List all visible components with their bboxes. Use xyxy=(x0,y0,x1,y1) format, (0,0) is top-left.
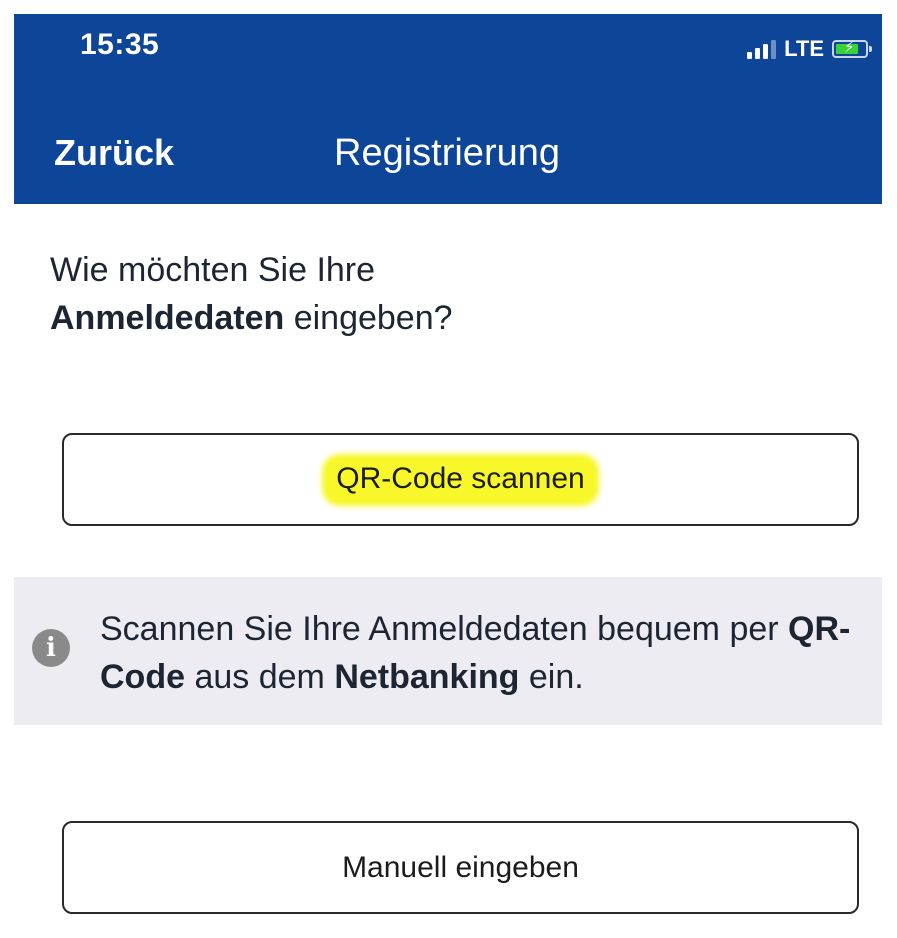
info-icon: i xyxy=(32,629,70,667)
info-bold-netbanking: Netbanking xyxy=(334,658,520,696)
question-text: Wie möchten Sie Ihre Anmeldedaten eingebe… xyxy=(50,246,850,342)
status-bar: 15:35 LTE ⚡ xyxy=(14,14,882,84)
question-bold: Anmeldedaten xyxy=(50,299,285,337)
page-title: Registrierung xyxy=(334,132,560,174)
scan-qr-code-button[interactable]: QR-Code scannen xyxy=(62,433,859,526)
signal-bars-icon xyxy=(747,39,777,59)
info-text-2: aus dem xyxy=(185,658,335,696)
info-text: Scannen Sie Ihre Anmeldedaten bequem per… xyxy=(100,605,870,701)
status-indicators: LTE ⚡ xyxy=(747,36,872,62)
manual-entry-label: Manuell eingeben xyxy=(342,850,579,884)
question-part2: eingeben? xyxy=(284,299,453,337)
back-button[interactable]: Zurück xyxy=(54,132,174,174)
battery-charging-icon: ⚡ xyxy=(832,39,872,58)
network-type: LTE xyxy=(784,36,824,61)
nav-bar: Zurück Registrierung xyxy=(14,124,882,194)
question-part1: Wie möchten Sie Ihre xyxy=(50,251,376,289)
scan-qr-code-label: QR-Code scannen xyxy=(326,457,595,502)
info-text-1: Scannen Sie Ihre Anmeldedaten bequem per xyxy=(100,610,789,648)
status-time: 15:35 xyxy=(80,28,160,61)
app-header: 15:35 LTE ⚡ Zurück Registrierung xyxy=(14,14,882,204)
manual-entry-button[interactable]: Manuell eingeben xyxy=(62,821,859,914)
info-text-3: ein. xyxy=(519,658,584,696)
info-box: i Scannen Sie Ihre Anmeldedaten bequem p… xyxy=(14,577,882,725)
